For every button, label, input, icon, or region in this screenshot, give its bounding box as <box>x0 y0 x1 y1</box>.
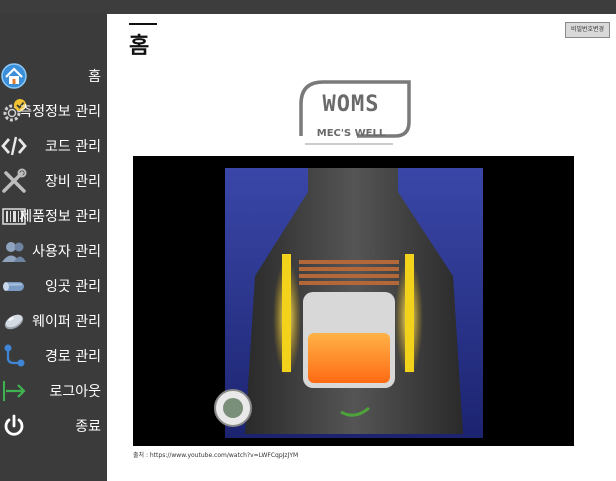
heater-left <box>282 254 291 372</box>
nav-label-exit: 종료 <box>75 419 101 435</box>
molten-silicon <box>308 333 390 383</box>
nav-item-home[interactable]: 홈 <box>0 59 107 93</box>
route-icon <box>0 342 28 370</box>
change-password-button[interactable]: 비밀번호변경 <box>565 22 610 38</box>
nav-label-code: 코드 관리 <box>45 139 101 155</box>
window-top-bar <box>0 0 616 14</box>
nav-label-wafer: 웨이퍼 관리 <box>32 314 101 330</box>
nav-label-ingot: 잉곳 관리 <box>45 279 101 295</box>
nav-item-wafer[interactable]: 웨이퍼 관리 <box>0 304 107 338</box>
wafer-icon <box>0 307 28 335</box>
logo-wordmark: WOMS <box>322 92 380 117</box>
page-title: 홈 <box>129 34 150 59</box>
nav-item-product[interactable]: 제품정보 관리 <box>0 199 107 233</box>
nav-item-measurement[interactable]: 측정정보 관리 <box>0 94 107 128</box>
sidebar: 홈 측정정보 관리 코드 관리 장비 관리 제품정보 관리 사용자 관리 잉곳 … <box>0 14 107 481</box>
home-icon <box>0 62 28 90</box>
nav-label-users: 사용자 관리 <box>32 244 101 260</box>
woms-logo: WOMS MEC'S WELL <box>297 78 417 150</box>
nav-item-exit[interactable]: 종료 <box>0 409 107 443</box>
heater-right <box>405 254 414 372</box>
nav-label-route: 경로 관리 <box>45 349 101 365</box>
nav-item-ingot[interactable]: 잉곳 관리 <box>0 269 107 303</box>
nav-item-route[interactable]: 경로 관리 <box>0 339 107 373</box>
video-seal-inner <box>223 398 243 418</box>
nav-label-home: 홈 <box>88 69 101 85</box>
title-accent-bar <box>129 23 157 25</box>
tools-icon <box>0 167 28 195</box>
video-source-caption: 출처 : https://www.youtube.com/watch?v=LWF… <box>133 452 299 459</box>
nav-item-code[interactable]: 코드 관리 <box>0 129 107 163</box>
logo-subtitle: MEC'S WELL <box>316 128 386 139</box>
nav-item-equipment[interactable]: 장비 관리 <box>0 164 107 198</box>
nav-item-users[interactable]: 사용자 관리 <box>0 234 107 268</box>
logout-icon <box>0 377 28 405</box>
nav-label-equipment: 장비 관리 <box>45 174 101 190</box>
video-player[interactable] <box>133 156 574 446</box>
users-icon <box>0 237 28 265</box>
ingot-icon <box>0 272 28 300</box>
power-icon <box>0 412 28 440</box>
nav-label-measurement: 측정정보 관리 <box>19 104 101 120</box>
nav-label-product: 제품정보 관리 <box>19 209 101 225</box>
nav-label-logout: 로그아웃 <box>49 384 101 400</box>
code-icon <box>0 132 28 160</box>
nav-item-logout[interactable]: 로그아웃 <box>0 374 107 408</box>
main-content: 홈 비밀번호변경 WOMS MEC'S WELL 출처: https://ww… <box>107 14 616 481</box>
